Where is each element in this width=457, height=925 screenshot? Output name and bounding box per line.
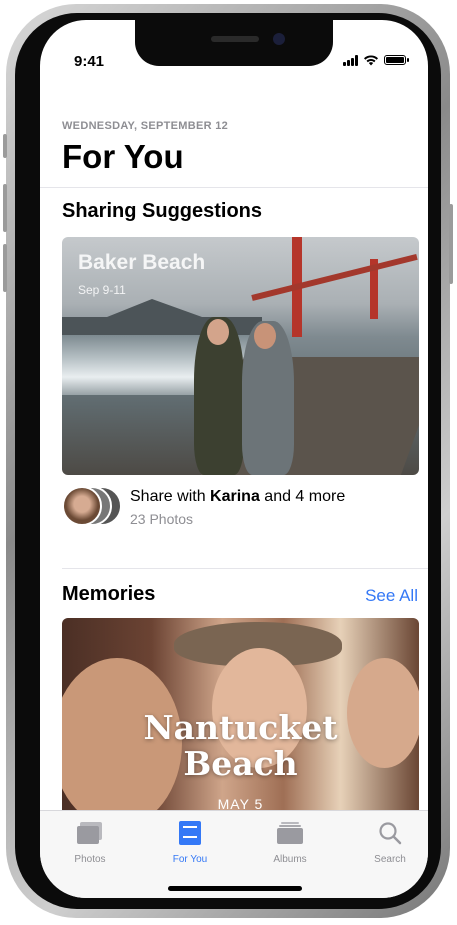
wifi-icon xyxy=(364,55,378,66)
screen: 9:41 WEDNESDAY, SEPTEMBER 12 For You Sha… xyxy=(40,20,428,898)
share-suffix: and 4 more xyxy=(259,488,346,505)
memories-title: Memories xyxy=(62,583,156,605)
card-dates: Sep 9-11 xyxy=(78,283,126,297)
front-camera xyxy=(273,33,285,45)
cellular-signal-icon xyxy=(343,54,358,66)
speaker xyxy=(211,36,259,42)
share-suggestion-text[interactable]: Share with Karina and 4 more xyxy=(130,488,345,506)
sharing-suggestions-title: Sharing Suggestions xyxy=(62,200,263,222)
memory-title-line2: Beach xyxy=(183,744,298,783)
share-prefix: Share with xyxy=(130,488,211,505)
page-title: For You xyxy=(62,138,184,175)
status-icons xyxy=(343,54,409,66)
bridge-deck xyxy=(251,253,418,301)
tab-label: For You xyxy=(172,854,208,865)
tab-bar: Photos For You Albums Search xyxy=(40,810,428,898)
date-label: WEDNESDAY, SEPTEMBER 12 xyxy=(62,120,229,132)
volume-down-button xyxy=(3,244,7,292)
notch xyxy=(135,20,333,66)
phone-frame: 9:41 WEDNESDAY, SEPTEMBER 12 For You Sha… xyxy=(3,4,453,918)
side-button xyxy=(449,204,453,284)
tab-photos[interactable]: Photos xyxy=(50,821,130,865)
home-indicator[interactable] xyxy=(168,886,302,891)
albums-icon xyxy=(277,822,303,844)
tab-for-you[interactable]: For You xyxy=(150,821,230,865)
sharing-suggestion-card[interactable]: Baker Beach Sep 9-11 xyxy=(62,237,419,475)
status-time: 9:41 xyxy=(74,53,105,70)
section-divider xyxy=(62,568,428,569)
photos-icon xyxy=(77,822,102,844)
avatar xyxy=(62,486,102,526)
tab-albums[interactable]: Albums xyxy=(250,821,330,865)
memory-title: Nantucket Beach xyxy=(62,710,419,782)
battery-icon xyxy=(384,55,409,65)
tab-label: Photos xyxy=(74,854,106,865)
avatar-stack xyxy=(62,486,122,526)
header-divider xyxy=(40,187,428,188)
tab-label: Search xyxy=(374,854,406,865)
face-shape xyxy=(207,319,229,345)
memory-title-line1: Nantucket xyxy=(143,708,338,747)
search-icon xyxy=(379,822,402,845)
volume-up-button xyxy=(3,184,7,232)
tab-search[interactable]: Search xyxy=(350,821,428,865)
tab-label: Albums xyxy=(273,854,307,865)
see-all-link[interactable]: See All xyxy=(365,586,418,606)
for-you-icon xyxy=(179,821,201,845)
mute-switch xyxy=(3,134,7,158)
photo-count: 23 Photos xyxy=(130,511,194,527)
card-title: Baker Beach xyxy=(78,251,206,274)
face-shape xyxy=(254,323,276,349)
share-name: Karina xyxy=(210,488,260,505)
